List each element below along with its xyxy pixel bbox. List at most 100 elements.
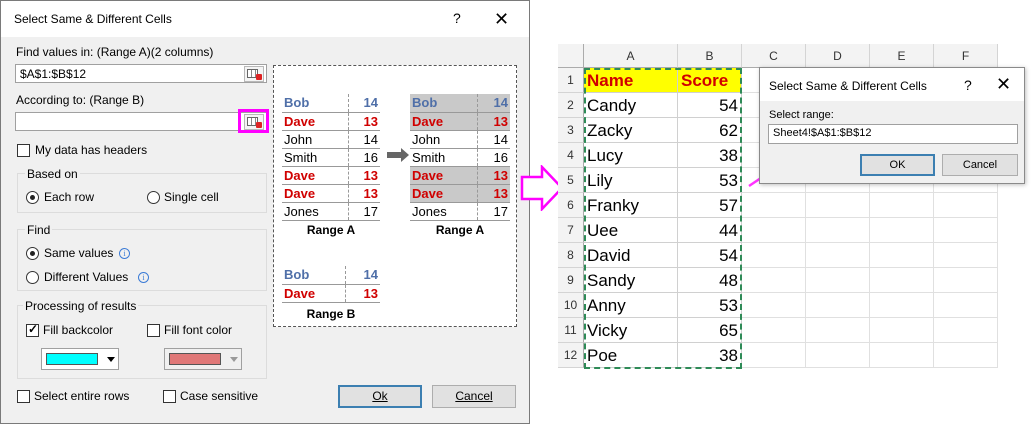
arrow-right-icon [387,148,409,162]
row-header-9[interactable]: 9 [558,268,584,293]
empty-cell[interactable] [742,343,806,368]
single-cell-radio[interactable] [147,191,160,204]
preview-row: Smith 16 [282,148,380,167]
empty-cell[interactable] [870,293,934,318]
preview-value-cell: 13 [477,166,510,185]
help-icon[interactable]: ? [453,10,461,26]
empty-cell[interactable] [806,243,870,268]
preview-value-cell: 14 [348,94,380,113]
empty-cell[interactable] [742,193,806,218]
empty-cell[interactable] [934,243,998,268]
empty-cell[interactable] [806,293,870,318]
preview-name-cell: Jones [282,202,349,221]
small-ok-button[interactable]: OK [860,154,935,176]
preview-value-cell: 13 [348,184,380,203]
row-header-8[interactable]: 8 [558,243,584,268]
row-header-7[interactable]: 7 [558,218,584,243]
small-cancel-button[interactable]: Cancel [942,154,1018,176]
column-header-b[interactable]: B [678,44,742,68]
empty-cell[interactable] [870,193,934,218]
preview-row: John 14 [410,130,510,149]
row-header-5[interactable]: 5 [558,168,584,193]
empty-cell[interactable] [870,243,934,268]
select-all-corner[interactable] [558,44,584,68]
preview-value-cell: 13 [348,112,380,131]
preview-panel: Bob 14 Dave 13 John 14 Smith 16 Dave 13 Dave 13 Jone… [273,65,517,327]
select-range-input[interactable]: Sheet4!$A$1:$B$12 [768,124,1018,144]
preview-row: Jones 17 [410,202,510,221]
empty-cell[interactable] [870,268,934,293]
case-sensitive-checkbox[interactable] [163,390,176,403]
help-icon[interactable]: ? [964,77,972,93]
range-select-icon-dot [256,122,262,128]
empty-cell[interactable] [742,293,806,318]
empty-cell[interactable] [934,318,998,343]
fill-fontcolor-checkbox[interactable] [147,324,160,337]
each-row-radio[interactable] [26,191,39,204]
empty-cell[interactable] [934,343,998,368]
close-icon[interactable]: ✕ [996,75,1011,93]
range-a-preview: Bob 14 Dave 13 John 14 Smith 16 Dave 13 Dave 13 Jone… [282,94,380,221]
select-rows-checkbox[interactable] [17,390,30,403]
range-b-preview: Bob 14 Dave 13 [282,266,380,303]
empty-cell[interactable] [806,343,870,368]
small-dialog-title: Select Same & Different Cells [769,79,927,93]
column-header-d[interactable]: D [806,44,870,68]
row-header-12[interactable]: 12 [558,343,584,368]
column-header-f[interactable]: F [934,44,998,68]
preview-name-cell: Dave [410,166,478,185]
preview-name-cell: Dave [282,284,347,303]
empty-cell[interactable] [742,243,806,268]
empty-cell[interactable] [742,318,806,343]
headers-checkbox[interactable] [17,144,30,157]
column-header-a[interactable]: A [584,44,678,68]
range-b-select-button[interactable] [244,114,264,130]
column-header-c[interactable]: C [742,44,806,68]
same-values-label: Same values [44,246,114,260]
empty-cell[interactable] [806,218,870,243]
row-header-1[interactable]: 1 [558,68,584,93]
row-header-3[interactable]: 3 [558,118,584,143]
different-values-radio[interactable] [26,271,39,284]
preview-row: Jones 17 [282,202,380,221]
row-header-11[interactable]: 11 [558,318,584,343]
single-cell-label: Single cell [164,190,219,204]
empty-cell[interactable] [934,293,998,318]
fill-backcolor-checkbox[interactable] [26,322,39,337]
according-to-input[interactable] [15,112,267,131]
preview-value-cell: 13 [477,184,510,203]
column-header-e[interactable]: E [870,44,934,68]
ok-button[interactable]: Ok [338,385,422,408]
empty-cell[interactable] [934,193,998,218]
find-legend: Find [25,223,53,237]
row-header-4[interactable]: 4 [558,143,584,168]
empty-cell[interactable] [742,218,806,243]
fontcolor-dropdown[interactable] [164,348,242,370]
range-a-select-button[interactable] [244,66,264,82]
range-select-icon-dot [256,74,262,80]
preview-row: Dave 13 [282,112,380,131]
empty-cell[interactable] [870,318,934,343]
cancel-button[interactable]: Cancel [432,385,516,408]
preview-name-cell: Jones [410,202,478,221]
preview-row: Dave 13 [282,284,380,303]
chevron-down-icon [230,357,238,362]
empty-cell[interactable] [806,193,870,218]
selection-marquee [584,68,742,369]
empty-cell[interactable] [806,318,870,343]
empty-cell[interactable] [870,218,934,243]
row-header-2[interactable]: 2 [558,93,584,118]
empty-cell[interactable] [934,218,998,243]
close-icon[interactable]: ✕ [494,10,509,28]
empty-cell[interactable] [870,343,934,368]
find-values-input[interactable]: $A$1:$B$12 [15,64,267,83]
fill-fontcolor-label: Fill font color [164,323,233,337]
empty-cell[interactable] [934,268,998,293]
empty-cell[interactable] [742,268,806,293]
row-header-10[interactable]: 10 [558,293,584,318]
empty-cell[interactable] [806,268,870,293]
backcolor-dropdown[interactable] [41,348,119,370]
preview-name-cell: Dave [282,112,349,131]
row-header-6[interactable]: 6 [558,193,584,218]
same-values-radio[interactable] [26,247,39,260]
